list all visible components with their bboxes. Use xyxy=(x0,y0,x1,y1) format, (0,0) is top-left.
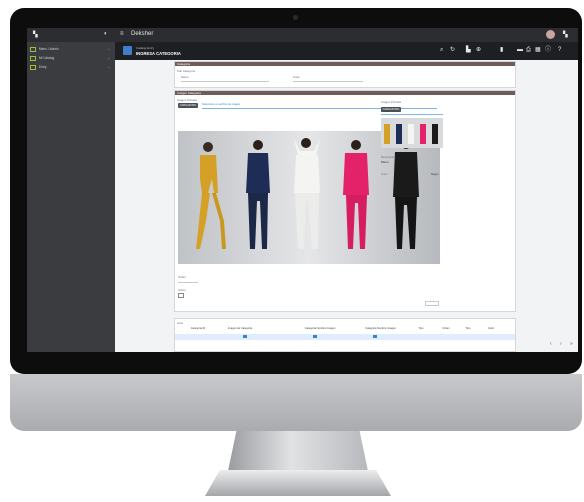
small-select[interactable] xyxy=(425,301,439,306)
breadcrumb: Catalog Entry xyxy=(136,46,155,50)
sidebar: Menu / Admin ⌄ Mi Catalog ⌄ Entry ⌄ xyxy=(27,42,115,352)
code-input[interactable] xyxy=(293,79,363,82)
column-header[interactable]: Categoria Nombre Imagen xyxy=(295,327,345,330)
upload-image-button[interactable]: CARGAR IMG xyxy=(178,103,198,108)
sidebar-item-label: Menu / Admin xyxy=(39,47,59,51)
data-table: Lista Categoria ID Imagen de Categoria C… xyxy=(174,318,516,352)
table-row[interactable] xyxy=(175,334,515,340)
field-label: Color xyxy=(381,172,388,176)
app-title: Deksher xyxy=(131,31,154,37)
column-header[interactable]: Tipo xyxy=(411,327,431,330)
row-thumb-icon xyxy=(313,335,317,338)
field-label: Orden xyxy=(178,275,186,279)
top-bar: ▚ ◐ ≡ Deksher ▚ xyxy=(27,28,578,42)
info-icon[interactable]: ⓘ xyxy=(545,47,551,53)
field-value: Negro xyxy=(431,172,439,176)
chevron-down-icon: ⌄ xyxy=(107,56,110,60)
camera-dot xyxy=(293,15,298,20)
monitor-chin xyxy=(10,374,582,431)
categoria-panel: Categoria Sub Categoria Name Code xyxy=(174,61,516,88)
image-side-panel: Imagen Portada CARGAR IMG Descripcion Bl… xyxy=(381,100,455,210)
name-input[interactable] xyxy=(181,79,269,82)
sidebar-item-catalog[interactable]: Mi Catalog ⌄ xyxy=(30,55,112,62)
toggle-icon[interactable]: ◐ xyxy=(104,31,108,37)
images-panel: Imagen Categoria Imagen Portada CARGAR I… xyxy=(174,90,516,312)
upload-image-button-right[interactable]: CARGAR IMG xyxy=(381,107,401,112)
panel-title: Categoria xyxy=(177,62,191,66)
table-header: Categoria ID Imagen de Categoria Categor… xyxy=(175,327,515,332)
image-section-label: Imagen Portada xyxy=(177,98,197,102)
column-header[interactable]: Tipo xyxy=(459,327,477,330)
column-header[interactable]: Color xyxy=(481,327,501,330)
thumbnail-image xyxy=(381,118,443,148)
trash-icon[interactable]: ▮ xyxy=(500,47,503,53)
sidebar-item-label: Mi Catalog xyxy=(39,56,55,60)
page-header: Catalog Entry INGRESA CATEGORIA ⌕ ↻ ▙ ⊕ … xyxy=(115,42,578,60)
menu-icon[interactable]: ≡ xyxy=(120,31,124,37)
chevron-down-icon: ⌄ xyxy=(107,47,110,51)
table-title: Lista xyxy=(177,321,183,325)
panel-header-bar xyxy=(175,62,515,66)
column-header[interactable]: Imagen de Categoria xyxy=(215,327,265,330)
order-input[interactable] xyxy=(178,280,198,283)
active-checkbox[interactable] xyxy=(178,293,184,298)
folder-icon xyxy=(30,55,36,61)
prev-page-icon[interactable]: ‹ xyxy=(550,341,552,347)
folder-icon xyxy=(30,64,36,70)
folder-icon xyxy=(30,46,36,52)
add-icon[interactable]: ⊕ xyxy=(476,47,481,53)
chevron-down-icon: ⌄ xyxy=(107,65,110,69)
monitor-stand-base xyxy=(205,470,391,496)
field-label: Descripcion xyxy=(381,155,396,159)
refresh-icon[interactable]: ↻ xyxy=(450,47,455,53)
sidebar-item-entry[interactable]: Entry ⌄ xyxy=(30,64,112,71)
row-thumb-icon xyxy=(243,335,247,338)
apps-icon[interactable]: ▚ xyxy=(33,31,38,38)
category-icon xyxy=(123,46,132,55)
row-thumb-icon xyxy=(373,335,377,338)
card-icon[interactable]: ▬ xyxy=(517,47,523,53)
help-icon[interactable]: ? xyxy=(558,47,561,53)
grid-icon[interactable]: ▦ xyxy=(535,47,541,53)
column-header[interactable]: Categoria ID xyxy=(183,327,213,330)
file-icon[interactable]: ▙ xyxy=(466,47,471,53)
file-input-line[interactable] xyxy=(381,114,443,115)
content-area: Categoria Sub Categoria Name Code Imagen… xyxy=(115,60,578,352)
file-hint-link[interactable]: Seleccione un archivo de imagen xyxy=(202,103,240,106)
image-section-label: Imagen Portada xyxy=(381,100,401,104)
panel-title: Imagen Categoria xyxy=(177,91,201,95)
next-page-icon[interactable]: › xyxy=(560,341,562,347)
avatar[interactable] xyxy=(546,30,555,39)
sidebar-item-menu[interactable]: Menu / Admin ⌄ xyxy=(30,46,112,53)
panel-header-bar xyxy=(175,91,515,95)
field-value: Blazer xyxy=(381,160,389,164)
screen: ▚ ◐ ≡ Deksher ▚ Catalog Entry INGRESA CA… xyxy=(27,28,578,352)
column-header[interactable]: Orden xyxy=(437,327,455,330)
print-icon[interactable]: ⎙ xyxy=(526,47,531,53)
field-label: Activo xyxy=(178,288,186,292)
page-title: INGRESA CATEGORIA xyxy=(136,51,181,56)
field-label: Sub Categoria xyxy=(177,69,195,73)
last-page-icon[interactable]: » xyxy=(570,341,573,347)
grid-menu-icon[interactable]: ▚ xyxy=(563,31,568,38)
sidebar-item-label: Entry xyxy=(39,65,47,69)
column-header[interactable]: Categoria Nombre Imagen xyxy=(353,327,408,330)
monitor-stand-neck xyxy=(228,431,368,471)
search-icon[interactable]: ⌕ xyxy=(440,47,443,53)
